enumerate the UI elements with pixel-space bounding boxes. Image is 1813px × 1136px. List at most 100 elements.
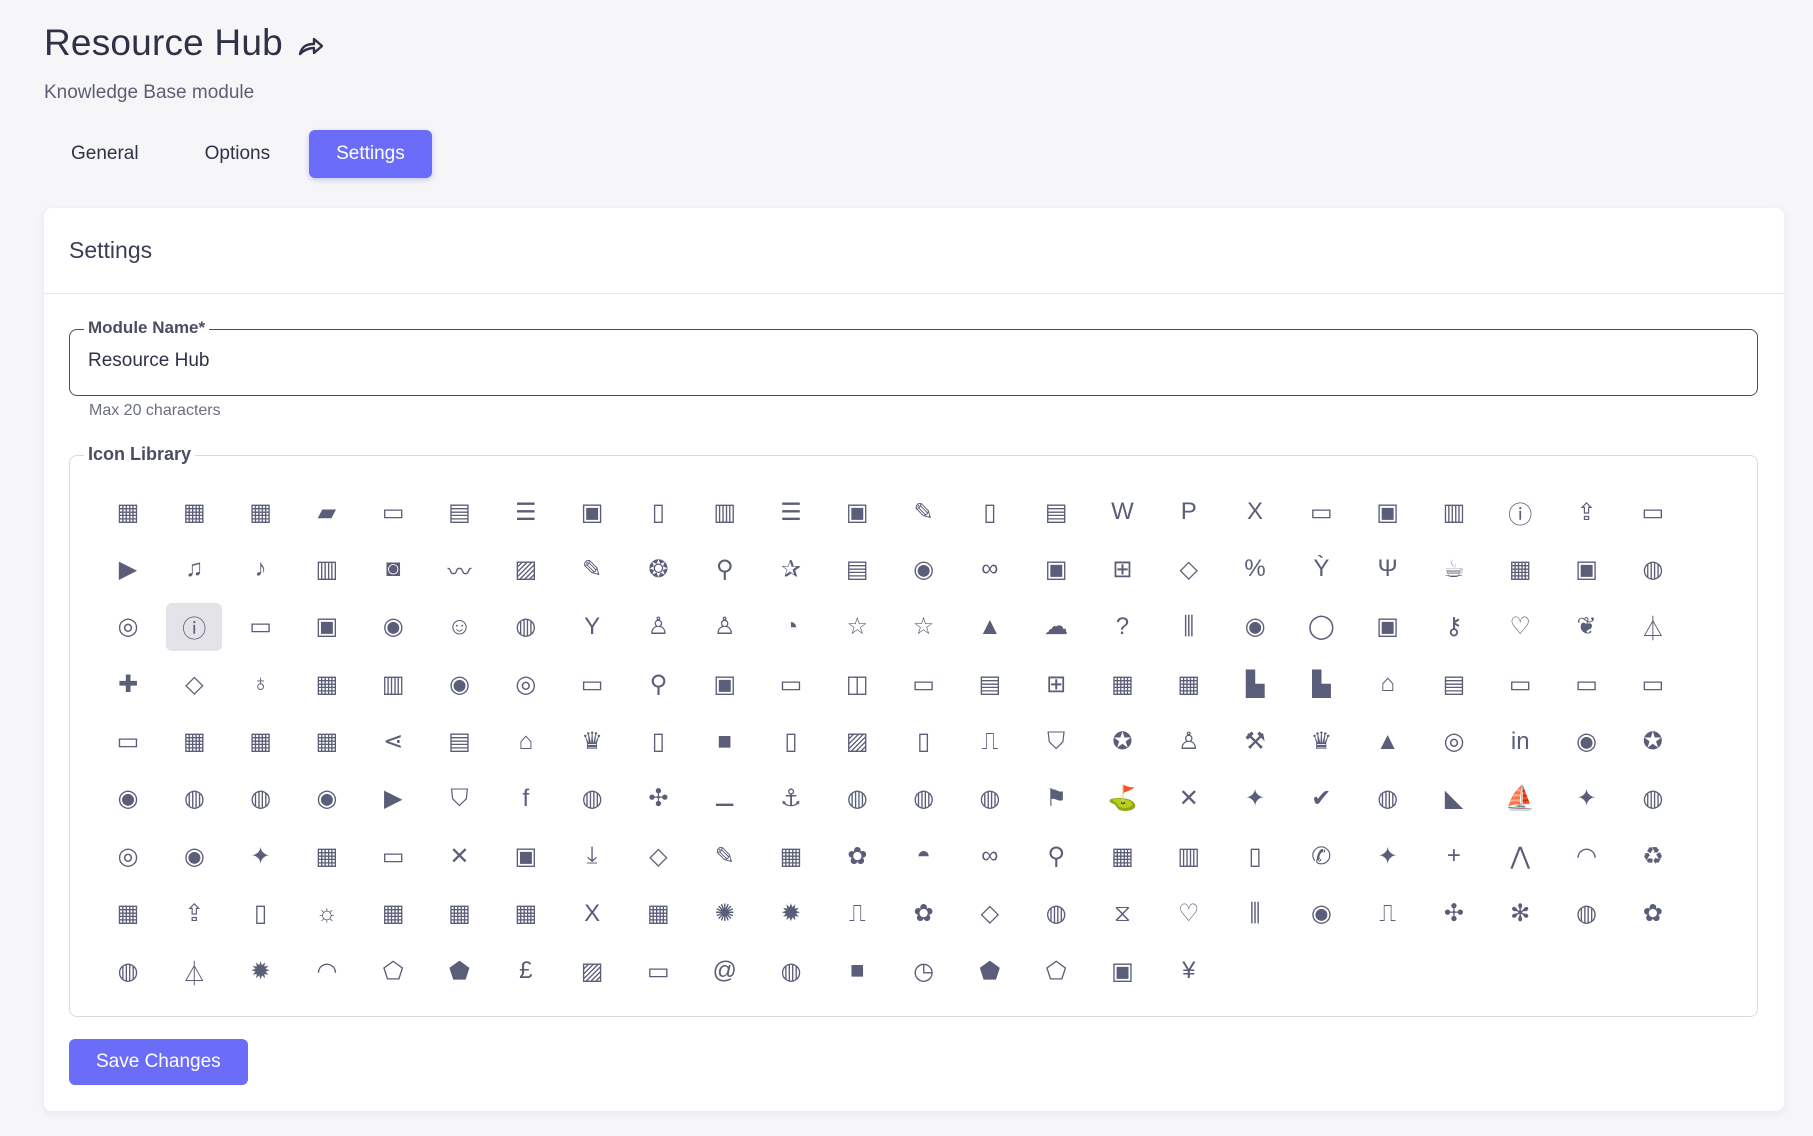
idea-head-icon[interactable]: ◔ — [763, 603, 819, 651]
bicycle-icon[interactable]: ⚲ — [630, 660, 686, 708]
golf-flag-icon[interactable]: ⚑ — [1028, 775, 1084, 823]
donate-icon[interactable]: ◇ — [166, 660, 222, 708]
ticket-star-icon[interactable]: ▭ — [1625, 660, 1681, 708]
wifi-icon[interactable]: ◠ — [299, 947, 355, 995]
file-lines-icon[interactable]: ☰ — [763, 488, 819, 536]
user-icon[interactable]: ♙ — [630, 603, 686, 651]
pray-icon[interactable]: ⋀ — [1492, 832, 1548, 880]
folder-upload-icon[interactable]: ⇪ — [1559, 488, 1615, 536]
play-icon[interactable]: ▶ — [100, 545, 156, 593]
users-icon[interactable]: ♙ — [697, 603, 753, 651]
book-icon[interactable]: ▰ — [299, 488, 355, 536]
tab-settings[interactable]: Settings — [309, 130, 432, 178]
grid-icon[interactable]: ▦ — [166, 718, 222, 766]
molecule-icon[interactable]: ✣ — [1426, 890, 1482, 938]
inbox-download-icon[interactable]: ▣ — [1094, 947, 1150, 995]
graduation-icon[interactable]: ▲ — [962, 603, 1018, 651]
sat-icon[interactable]: ▦ — [100, 890, 156, 938]
magnifier-icon[interactable]: ⚲ — [1028, 832, 1084, 880]
teacher-icon[interactable]: ♙ — [1161, 718, 1217, 766]
cloud-icon[interactable]: ☁ — [1028, 603, 1084, 651]
image-icon[interactable]: ▨ — [498, 545, 554, 593]
anchor-icon[interactable]: ⚓ — [763, 775, 819, 823]
folder-alt-icon[interactable]: ▭ — [100, 718, 156, 766]
dumbbell-icon[interactable]: ⚊ — [697, 775, 753, 823]
tablet-icon[interactable]: ▣ — [498, 832, 554, 880]
square-icon[interactable]: ■ — [829, 947, 885, 995]
instagram-icon[interactable]: ◎ — [1426, 718, 1482, 766]
ntc-solid-icon[interactable]: ⬟ — [431, 947, 487, 995]
youtube-icon[interactable]: ▶ — [365, 775, 421, 823]
ribbon-awareness-icon[interactable]: ◇ — [962, 890, 1018, 938]
archive-icon[interactable]: ▭ — [1492, 660, 1548, 708]
tag-icon[interactable]: ◇ — [1161, 545, 1217, 593]
folder-user-icon[interactable]: ▣ — [1360, 488, 1416, 536]
ticket-icon[interactable]: ▤ — [829, 545, 885, 593]
gift-icon[interactable]: ▣ — [1559, 545, 1615, 593]
tennis-icon[interactable]: ◍ — [896, 775, 952, 823]
snowflake-icon[interactable]: ✻ — [1492, 890, 1548, 938]
at-icon[interactable]: @ — [697, 947, 753, 995]
folder-solid-icon[interactable]: ■ — [697, 718, 753, 766]
share-nodes-icon[interactable]: ⋖ — [365, 718, 421, 766]
notebook-icon[interactable]: ▭ — [365, 488, 421, 536]
x-logo-icon[interactable]: X — [564, 890, 620, 938]
microscope-icon[interactable]: ⎍ — [1360, 890, 1416, 938]
leaf-icon[interactable]: ◍ — [763, 947, 819, 995]
tab-options[interactable]: Options — [178, 130, 297, 178]
bars-icon[interactable]: ⫼ — [1161, 603, 1217, 651]
ticket-alt-icon[interactable]: ▭ — [233, 603, 289, 651]
group-icon[interactable]: ✿ — [829, 832, 885, 880]
train-icon[interactable]: ▣ — [697, 660, 753, 708]
crown-icon[interactable]: ♛ — [1293, 718, 1349, 766]
hockey-icon[interactable]: ✕ — [1161, 775, 1217, 823]
file-chart-icon[interactable]: ▥ — [697, 488, 753, 536]
search-user-icon[interactable]: ⚲ — [697, 545, 753, 593]
file-icon[interactable]: ▯ — [630, 488, 686, 536]
phone-icon[interactable]: ✆ — [1293, 832, 1349, 880]
check-icon[interactable]: ✔ — [1293, 775, 1349, 823]
pencil-icon[interactable]: ✎ — [564, 545, 620, 593]
cells-icon[interactable]: ✿ — [1625, 890, 1681, 938]
badminton-icon[interactable]: ✦ — [1559, 775, 1615, 823]
pinwheel-icon[interactable]: ✣ — [630, 775, 686, 823]
comment-dots-icon[interactable]: ▭ — [365, 832, 421, 880]
eye-icon[interactable]: ◉ — [166, 832, 222, 880]
download-icon[interactable]: ⤓ — [564, 832, 620, 880]
sailboat-icon[interactable]: ⛵ — [1492, 775, 1548, 823]
wc-solid-icon[interactable]: ⬟ — [962, 947, 1018, 995]
upload-icon[interactable]: ⇪ — [166, 890, 222, 938]
tab-general[interactable]: General — [44, 130, 166, 178]
plus-icon[interactable]: + — [1426, 832, 1482, 880]
dove-icon[interactable]: ✦ — [1360, 832, 1416, 880]
monitor-icon[interactable]: ▭ — [1559, 660, 1615, 708]
table-icon[interactable]: ▦ — [299, 718, 355, 766]
coffee-icon[interactable]: ☕ — [1426, 545, 1482, 593]
bacteria-icon[interactable]: ✺ — [697, 890, 753, 938]
factory-icon[interactable]: ▙ — [1227, 660, 1283, 708]
cake-icon[interactable]: ▦ — [1492, 545, 1548, 593]
no-image-icon[interactable]: ▨ — [564, 947, 620, 995]
pdf-icon[interactable]: ▯ — [1227, 832, 1283, 880]
golfer-icon[interactable]: ⛳ — [1094, 775, 1150, 823]
cricket-icon[interactable]: ⚒ — [1227, 718, 1283, 766]
heart-icon[interactable]: ♡ — [1492, 603, 1548, 651]
user-circle-icon[interactable]: ◉ — [365, 603, 421, 651]
map-location-icon[interactable]: ◎ — [498, 660, 554, 708]
recycle-icon[interactable]: ♻ — [1625, 832, 1681, 880]
contact-icon[interactable]: ▣ — [564, 488, 620, 536]
settings-sun-icon[interactable]: ✹ — [233, 947, 289, 995]
bulb-icon[interactable]: ◯ — [1293, 603, 1349, 651]
sun-day-icon[interactable]: ▦ — [365, 890, 421, 938]
calendar-icon[interactable]: ▦ — [100, 488, 156, 536]
shield-check-icon[interactable]: ⛉ — [431, 775, 487, 823]
file-edit-icon[interactable]: ✎ — [896, 488, 952, 536]
running-icon[interactable]: ✰ — [763, 545, 819, 593]
book-open-alt-icon[interactable]: ▥ — [1161, 832, 1217, 880]
first-aid-icon[interactable]: ✚ — [100, 660, 156, 708]
car-icon[interactable]: ▭ — [564, 660, 620, 708]
skate-icon[interactable]: ◣ — [1426, 775, 1482, 823]
rainbow-icon[interactable]: ◠ — [1559, 832, 1615, 880]
football-icon[interactable]: ◍ — [564, 775, 620, 823]
droplet-icon[interactable]: ◇ — [630, 832, 686, 880]
